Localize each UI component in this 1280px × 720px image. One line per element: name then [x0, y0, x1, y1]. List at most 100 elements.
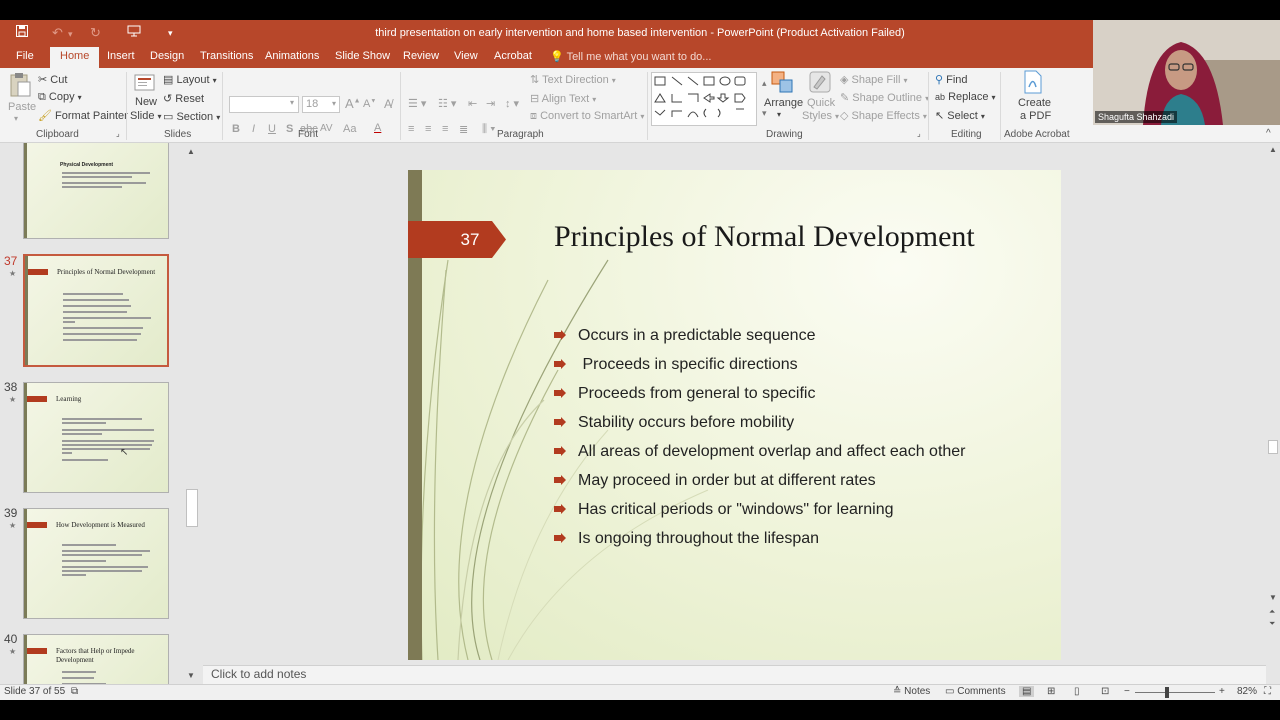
- shadow-button[interactable]: S: [286, 123, 293, 135]
- replace-button[interactable]: ab Replace ▾: [935, 91, 996, 103]
- section-button[interactable]: ▭ Section ▾: [163, 110, 220, 123]
- tab-home[interactable]: Home: [50, 47, 100, 68]
- thumbnail-slide-39[interactable]: How Development is Measured: [23, 508, 169, 619]
- reset-button[interactable]: ↺ Reset: [163, 92, 204, 105]
- shapes-gallery[interactable]: [651, 72, 757, 126]
- increase-indent-icon[interactable]: ⇥: [486, 97, 495, 110]
- font-name-dropdown-icon[interactable]: ▾: [290, 98, 294, 107]
- zoom-in-icon[interactable]: +: [1219, 686, 1225, 697]
- font-size-input[interactable]: 18 ▾: [302, 96, 340, 113]
- paste-button[interactable]: Paste: [8, 101, 36, 113]
- find-button[interactable]: ⚲ Find: [935, 73, 968, 86]
- cut-button[interactable]: ✂ Cut: [38, 73, 67, 86]
- zoom-level[interactable]: 82%: [1237, 686, 1257, 697]
- normal-view-icon[interactable]: ▤: [1019, 686, 1035, 697]
- numbering-icon[interactable]: ☷ ▾: [438, 97, 456, 110]
- shrink-font-icon[interactable]: A▼: [363, 98, 376, 110]
- tab-transitions[interactable]: Transitions: [200, 50, 253, 62]
- font-color-icon[interactable]: A: [374, 122, 381, 134]
- create-pdf-icon[interactable]: [1022, 70, 1044, 99]
- arrange-button[interactable]: Arrange: [764, 97, 803, 109]
- scroll-up-icon[interactable]: ▲: [187, 147, 195, 156]
- change-case-button[interactable]: Aa: [343, 123, 356, 135]
- zoom-slider[interactable]: [1135, 692, 1215, 693]
- slide-show-icon[interactable]: ⊡: [1101, 686, 1109, 697]
- paste-dropdown-icon[interactable]: ▾: [14, 114, 18, 123]
- new-slide-label-2[interactable]: Slide ▾: [130, 110, 162, 122]
- clipboard-launcher-icon[interactable]: ⌟: [116, 129, 120, 138]
- convert-smartart-button[interactable]: ⧈ Convert to SmartArt ▾: [530, 110, 644, 123]
- tab-slide-show[interactable]: Slide Show: [335, 50, 390, 62]
- thumbnail-scrollbar[interactable]: ▲ ▼: [186, 147, 198, 680]
- char-spacing-button[interactable]: AV: [320, 123, 333, 134]
- align-center-icon[interactable]: ≡: [425, 123, 431, 135]
- slide-scrollbar[interactable]: ▲ ▼ ⏶ ⏷: [1266, 143, 1280, 684]
- decrease-indent-icon[interactable]: ⇤: [468, 97, 477, 110]
- shapes-more-icon[interactable]: ▾: [762, 108, 767, 119]
- comments-button[interactable]: ▭ Comments: [945, 686, 1006, 697]
- scroll-up-icon[interactable]: ▲: [1269, 145, 1277, 154]
- collapse-ribbon-icon[interactable]: ^: [1266, 128, 1271, 139]
- shape-outline-button[interactable]: ✎ Shape Outline ▾: [840, 91, 929, 104]
- previous-slide-icon[interactable]: ⏶: [1269, 607, 1275, 617]
- tab-insert[interactable]: Insert: [107, 50, 135, 62]
- arrange-icon[interactable]: [770, 70, 794, 99]
- thumbnail-scroll-thumb[interactable]: [186, 489, 198, 527]
- next-slide-icon[interactable]: ⏷: [1269, 619, 1275, 629]
- thumbnail-slide-36[interactable]: Physical Development: [23, 143, 169, 239]
- create-pdf-label-1[interactable]: Create: [1018, 97, 1051, 109]
- shape-fill-button[interactable]: ◈ Shape Fill ▾: [840, 73, 908, 86]
- tab-acrobat[interactable]: Acrobat: [494, 50, 532, 62]
- slide-canvas[interactable]: 37 Principles of Normal Development Occu…: [408, 170, 1061, 660]
- slide-thumbnails-panel[interactable]: Physical Development 37 ★ Principles of …: [0, 143, 200, 684]
- layout-button[interactable]: ▤ Layout ▾: [163, 73, 217, 86]
- tell-me-search[interactable]: 💡 Tell me what you want to do...: [550, 50, 711, 63]
- undo-icon[interactable]: ↶: [52, 25, 63, 41]
- tab-review[interactable]: Review: [403, 50, 439, 62]
- redo-icon[interactable]: ↻: [90, 25, 101, 41]
- slide-bullet-list[interactable]: Occurs in a predictable sequence Proceed…: [554, 326, 994, 558]
- tab-view[interactable]: View: [454, 50, 478, 62]
- present-icon[interactable]: [127, 25, 141, 40]
- spelling-icon[interactable]: ⧉: [71, 686, 78, 697]
- slide-title[interactable]: Principles of Normal Development: [554, 220, 975, 254]
- slide-sorter-icon[interactable]: ⊞: [1047, 686, 1055, 697]
- copy-button[interactable]: ⧉ Copy ▾: [38, 91, 82, 104]
- bullets-icon[interactable]: ☰ ▾: [408, 97, 426, 110]
- quick-styles-label-2[interactable]: Styles ▾: [802, 110, 839, 122]
- select-button[interactable]: ↖ Select ▾: [935, 109, 985, 122]
- clear-formatting-icon[interactable]: A̸: [384, 97, 392, 111]
- zoom-out-icon[interactable]: −: [1124, 686, 1130, 697]
- fit-to-window-icon[interactable]: ⛶: [1264, 686, 1271, 697]
- align-left-icon[interactable]: ≡: [408, 123, 414, 135]
- create-pdf-label-2[interactable]: a PDF: [1020, 110, 1051, 122]
- drawing-launcher-icon[interactable]: ⌟: [917, 129, 921, 138]
- undo-dropdown-icon[interactable]: ▾: [68, 29, 73, 40]
- align-text-button[interactable]: ⊟ Align Text ▾: [530, 92, 596, 105]
- tab-file[interactable]: File: [16, 50, 34, 62]
- scroll-down-icon[interactable]: ▼: [187, 671, 195, 680]
- scroll-down-icon[interactable]: ▼: [1269, 593, 1277, 602]
- paste-icon[interactable]: [9, 72, 31, 103]
- format-painter-button[interactable]: 🖌 Format Painter: [38, 109, 128, 122]
- notes-placeholder[interactable]: Click to add notes: [211, 667, 306, 681]
- slide-scroll-thumb[interactable]: [1268, 440, 1278, 454]
- reading-view-icon[interactable]: ▯: [1074, 686, 1080, 697]
- thumbnail-slide-38[interactable]: Learning ↖: [23, 382, 169, 493]
- tab-animations[interactable]: Animations: [265, 50, 319, 62]
- thumbnail-slide-40[interactable]: Factors that Help or Impede Development: [23, 634, 169, 684]
- notes-pane[interactable]: Click to add notes: [203, 665, 1266, 684]
- thumbnail-slide-37[interactable]: Principles of Normal Development: [23, 254, 169, 367]
- text-direction-button[interactable]: ⇅ Text Direction ▾: [530, 73, 616, 86]
- underline-button[interactable]: U: [268, 123, 276, 135]
- tab-design[interactable]: Design: [150, 50, 184, 62]
- new-slide-label-1[interactable]: New: [135, 96, 157, 108]
- font-name-input[interactable]: [229, 96, 299, 113]
- notes-toggle-button[interactable]: ≙ Notes: [893, 686, 930, 697]
- shapes-scroll-up-icon[interactable]: ▴: [762, 78, 767, 89]
- grow-font-icon[interactable]: A▲: [345, 96, 361, 111]
- quick-styles-icon[interactable]: [808, 70, 832, 99]
- columns-icon[interactable]: ⫼ ▾: [482, 123, 495, 136]
- save-icon[interactable]: [16, 25, 28, 40]
- zoom-slider-thumb[interactable]: [1165, 687, 1169, 698]
